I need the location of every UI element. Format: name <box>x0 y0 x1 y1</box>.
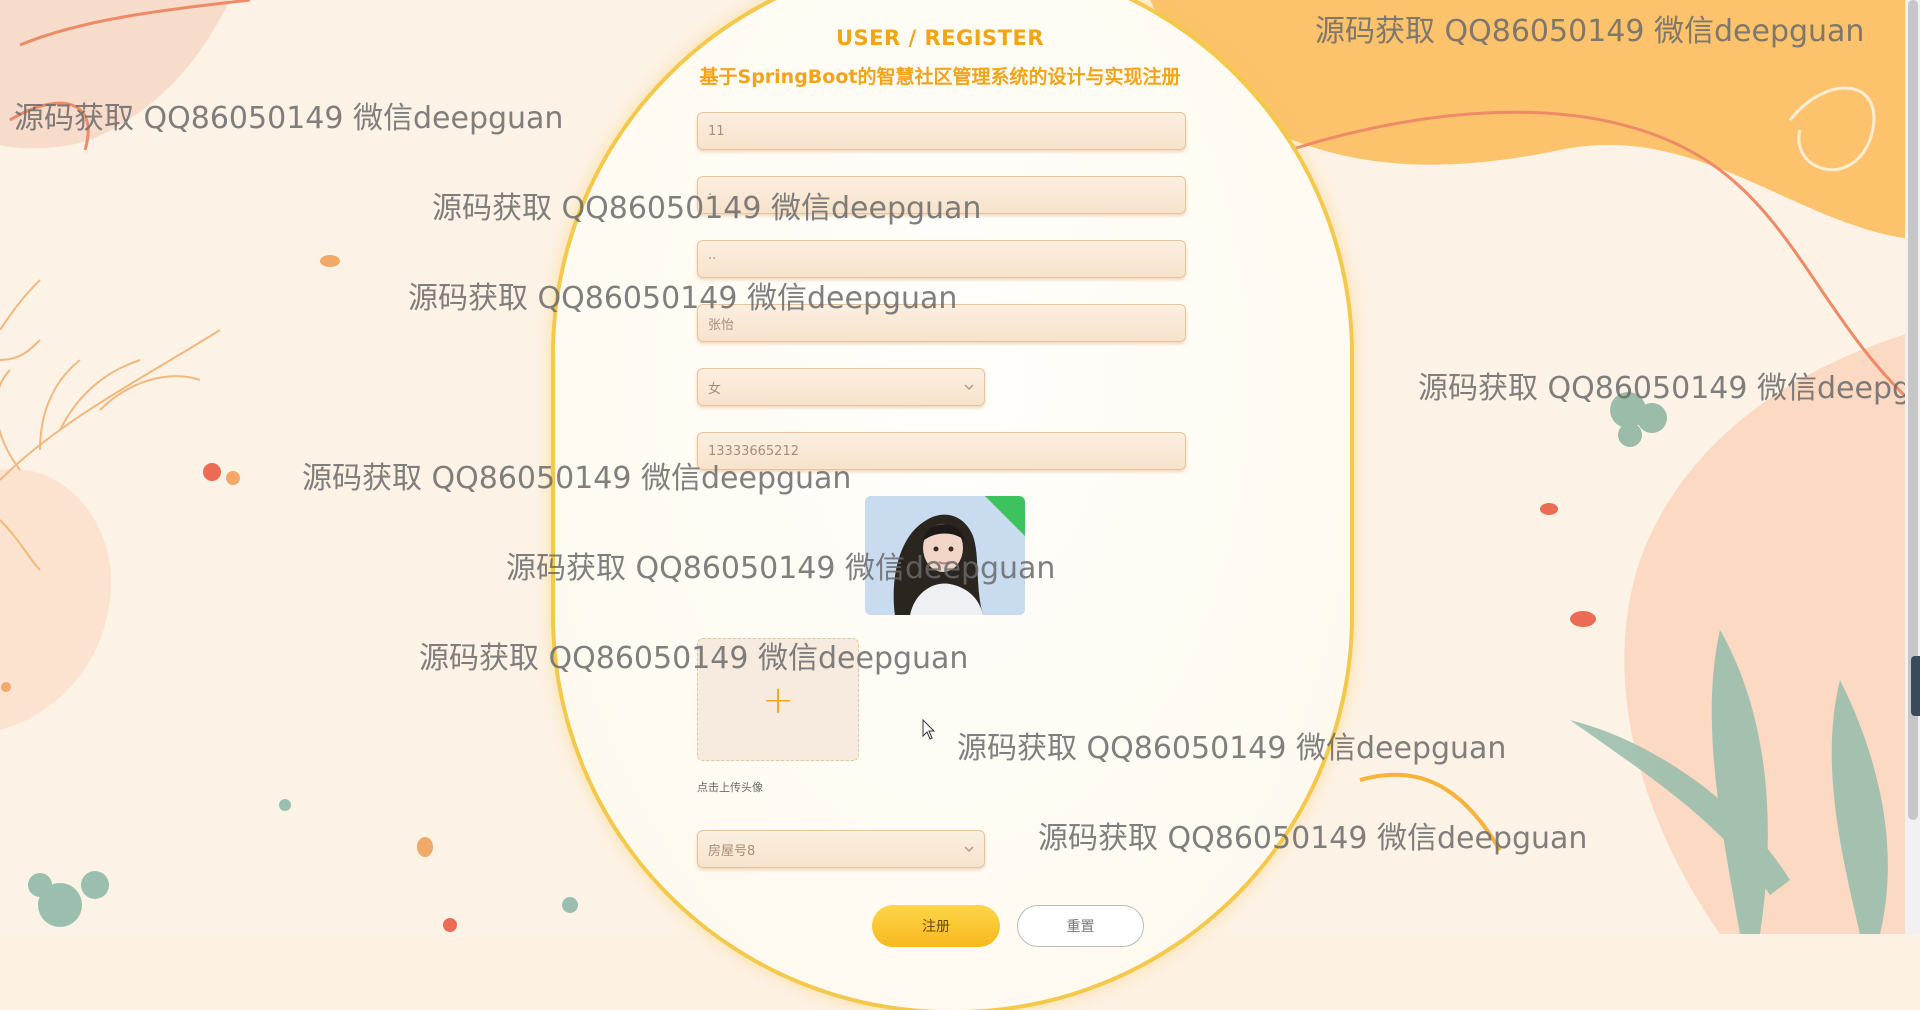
mouse-cursor-icon <box>922 719 936 740</box>
house-selected-value: 房屋号8 <box>708 843 756 859</box>
reset-button[interactable]: 重置 <box>1017 905 1144 947</box>
watermark-text: 源码获取 QQ86050149 微信deepguan <box>302 461 852 496</box>
watermark-text: 源码获取 QQ86050149 微信deepguan <box>419 641 969 676</box>
register-button[interactable]: 注册 <box>872 905 1000 947</box>
house-select[interactable]: 房屋号8 <box>697 830 985 868</box>
page-scrollbar[interactable] <box>1905 0 1920 934</box>
account-input[interactable]: 11 <box>697 112 1186 150</box>
side-panel-handle[interactable] <box>1911 656 1920 716</box>
watermark-text: 源码获取 QQ86050149 微信deepguan <box>14 101 564 136</box>
upload-tip-text: 点击上传头像 <box>697 781 763 794</box>
watermark-text: 源码获取 QQ86050149 微信deepguan <box>408 281 958 316</box>
watermark-text: 源码获取 QQ86050149 微信deepguan <box>1038 821 1588 856</box>
gender-selected-value: 女 <box>708 381 722 397</box>
watermark-text: 源码获取 QQ86050149 微信deepguan <box>1315 14 1865 49</box>
watermark-text: 源码获取 QQ86050149 微信deepguan <box>957 731 1507 766</box>
system-subtitle: 基于SpringBoot的智慧社区管理系统的设计与实现注册 <box>699 66 1181 88</box>
watermark-text: 源码获取 QQ86050149 微信deepguan <box>432 191 982 226</box>
watermark-text: 源码获取 QQ86050149 微信deepguan <box>1418 371 1920 406</box>
plus-icon: + <box>762 677 794 722</box>
watermark-text: 源码获取 QQ86050149 微信deepguan <box>506 551 1056 586</box>
gender-select[interactable]: 女 <box>697 368 985 406</box>
chevron-down-icon <box>964 846 974 853</box>
chevron-down-icon <box>964 384 974 391</box>
